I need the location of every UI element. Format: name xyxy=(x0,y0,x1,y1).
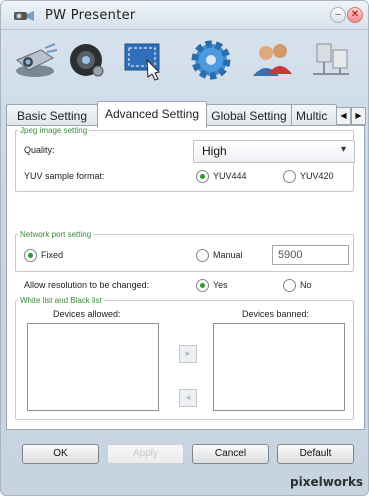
allow-resolution-label: Allow resolution to be changed: xyxy=(24,280,150,290)
pixelworks-logo: pixelworks xyxy=(290,475,364,489)
quality-select[interactable]: High ▾ xyxy=(193,140,355,163)
projector-icon[interactable] xyxy=(11,38,59,82)
resolution-no-label: No xyxy=(300,280,312,290)
title-bar[interactable]: PW Presenter – ✕ xyxy=(1,1,368,30)
yuv420-label: YUV420 xyxy=(300,171,334,181)
tab-scroll-right-icon[interactable]: ▶ xyxy=(351,107,366,125)
settings-tabs: Basic Setting Advanced Setting Global Se… xyxy=(6,101,366,128)
close-button[interactable]: ✕ xyxy=(347,7,363,23)
minimize-button[interactable]: – xyxy=(330,7,346,23)
jpeg-settings-legend: Jpeg image setting xyxy=(20,126,88,135)
devices-banned-list[interactable] xyxy=(213,323,345,411)
yuv444-radio[interactable] xyxy=(196,170,209,183)
webcam-icon[interactable] xyxy=(64,38,112,82)
resolution-yes-label: Yes xyxy=(213,280,228,290)
network-port-legend: Network port setting xyxy=(20,230,92,239)
tab-scroll-left-icon[interactable]: ◀ xyxy=(336,107,351,125)
yuv444-label: YUV444 xyxy=(213,171,247,181)
quality-label: Quality: xyxy=(24,145,55,155)
gear-icon[interactable] xyxy=(187,38,235,82)
quality-value: High xyxy=(202,144,227,158)
move-to-allowed-button[interactable]: ◄ xyxy=(179,389,197,407)
advanced-setting-panel: Jpeg image setting Quality: High ▾ YUV s… xyxy=(6,125,365,430)
apply-button[interactable]: Apply xyxy=(107,444,184,464)
app-window: PW Presenter – ✕ Basic Setting Advanced … xyxy=(0,0,369,496)
resolution-yes-radio[interactable] xyxy=(196,279,209,292)
main-toolbar xyxy=(1,30,368,90)
screen-capture-icon[interactable] xyxy=(119,38,167,82)
port-manual-label: Manual xyxy=(213,250,243,260)
port-manual-radio[interactable] xyxy=(196,249,209,262)
port-fixed-radio[interactable] xyxy=(24,249,37,262)
port-fixed-label: Fixed xyxy=(41,250,64,260)
devices-allowed-list[interactable] xyxy=(27,323,159,411)
yuv-format-label: YUV sample format: xyxy=(24,171,105,181)
tab-global-setting[interactable]: Global Setting xyxy=(206,104,292,127)
tab-advanced-setting[interactable]: Advanced Setting xyxy=(97,101,207,128)
default-button[interactable]: Default xyxy=(277,444,354,464)
devices-banned-label: Devices banned: xyxy=(242,309,310,319)
tab-multicast[interactable]: Multic xyxy=(291,104,337,127)
window-title: PW Presenter xyxy=(45,8,136,23)
port-number-field[interactable]: 5900 xyxy=(272,245,349,265)
chevron-down-icon: ▾ xyxy=(340,144,346,155)
cancel-button[interactable]: Cancel xyxy=(192,444,269,464)
resolution-no-radio[interactable] xyxy=(283,279,296,292)
ok-button[interactable]: OK xyxy=(22,444,99,464)
devices-allowed-label: Devices allowed: xyxy=(53,309,121,319)
tab-basic-setting[interactable]: Basic Setting xyxy=(6,104,98,127)
white-black-list-legend: White list and Black list xyxy=(20,296,102,305)
app-icon xyxy=(13,9,35,23)
move-to-banned-button[interactable]: ► xyxy=(179,345,197,363)
users-icon[interactable] xyxy=(248,38,296,82)
network-icon[interactable] xyxy=(307,38,355,82)
yuv420-radio[interactable] xyxy=(283,170,296,183)
